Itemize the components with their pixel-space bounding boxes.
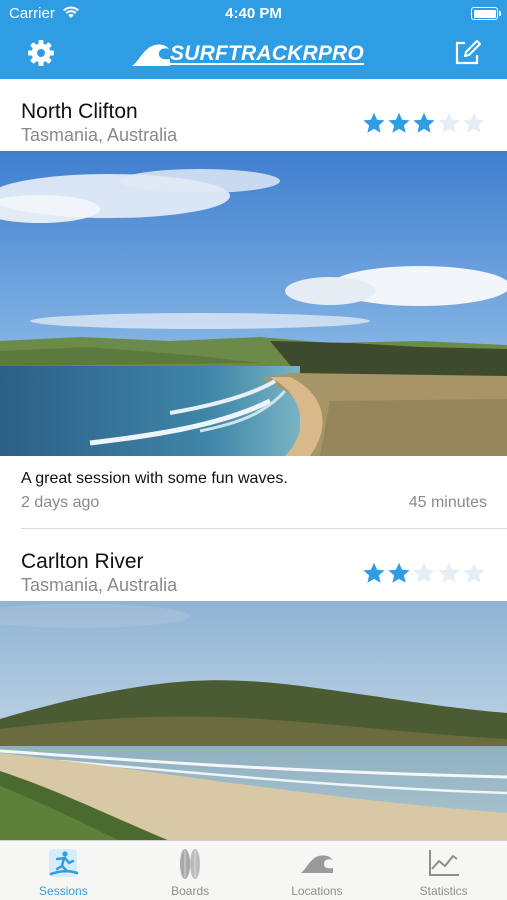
wave-logo-icon (132, 44, 170, 66)
session-date: 2 days ago (21, 494, 100, 511)
spot-location: Tasmania, Australia (21, 125, 178, 145)
session-duration: 45 minutes (408, 494, 487, 511)
session-photo (0, 151, 507, 456)
star-empty-icon (438, 562, 460, 583)
star-rating (362, 562, 486, 585)
compose-icon[interactable] (453, 39, 481, 67)
star-empty-icon (438, 112, 460, 133)
app-header: Carrier 4:40 PM SURFTRACKRPRO (0, 0, 507, 79)
star-empty-icon (463, 112, 485, 133)
star-filled-icon (413, 112, 435, 133)
app-logo: SURFTRACKRPRO (132, 40, 364, 68)
wave-icon (300, 855, 333, 873)
spot-location: Tasmania, Australia (21, 575, 178, 595)
star-filled-icon (388, 112, 410, 133)
session-card-header: Carlton River Tasmania, Australia (0, 529, 507, 601)
star-empty-icon (463, 562, 485, 583)
gear-icon[interactable] (26, 38, 56, 68)
surfboards-icon (180, 849, 201, 879)
tab-bar: Sessions Boards Locations Statistics (0, 840, 507, 900)
spot-name: North Clifton (21, 100, 138, 123)
line-chart-icon (428, 850, 459, 876)
surfer-icon (49, 849, 79, 877)
nav-bar: SURFTRACKRPRO (0, 28, 507, 79)
tab-label: Boards (171, 884, 210, 898)
logo-text: SURFTRACKRPRO (170, 42, 364, 66)
clock: 4:40 PM (225, 5, 282, 22)
tab-statistics[interactable]: Statistics (380, 841, 507, 900)
session-card-header: North Clifton Tasmania, Australia (0, 79, 507, 151)
status-bar: Carrier 4:40 PM (0, 0, 507, 28)
tab-label: Statistics (419, 884, 468, 898)
star-filled-icon (363, 562, 385, 583)
spot-name: Carlton River (21, 550, 144, 573)
star-empty-icon (413, 562, 435, 583)
tab-label: Locations (291, 884, 343, 898)
tab-boards[interactable]: Boards (127, 841, 254, 900)
session-note: A great session with some fun waves. (21, 470, 288, 487)
battery-icon (471, 7, 501, 20)
session-photo (0, 601, 507, 840)
tab-sessions[interactable]: Sessions (0, 841, 127, 900)
star-rating (362, 112, 486, 135)
star-filled-icon (388, 562, 410, 583)
session-feed[interactable]: North Clifton Tasmania, Australia A grea… (0, 79, 507, 840)
tab-label: Sessions (39, 884, 88, 898)
logo-pro-text: PRO (317, 42, 364, 65)
session-card[interactable]: Carlton River Tasmania, Australia (0, 529, 507, 840)
session-card[interactable]: North Clifton Tasmania, Australia A grea… (0, 79, 507, 529)
tab-locations[interactable]: Locations (254, 841, 381, 900)
logo-main-text: SURFTRACKR (170, 42, 318, 65)
star-filled-icon (363, 112, 385, 133)
session-card-footer: A great session with some fun waves. 2 d… (0, 461, 507, 529)
